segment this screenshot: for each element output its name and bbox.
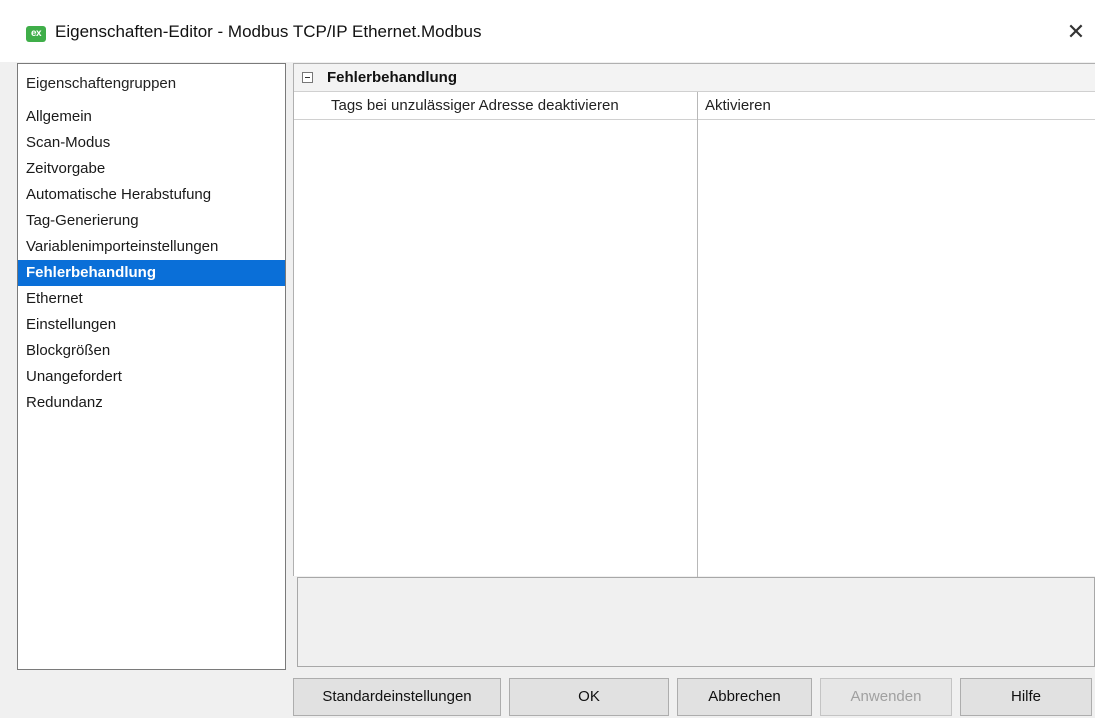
property-groups-header: Eigenschaftengruppen [26, 75, 177, 92]
cancel-button[interactable]: Abbrechen [677, 678, 812, 716]
group-item-blockgroessen[interactable]: Blockgrößen [18, 338, 285, 364]
property-value[interactable]: Aktivieren [705, 97, 771, 114]
category-label: Fehlerbehandlung [327, 69, 458, 86]
group-item-automatische-herabstufung[interactable]: Automatische Herabstufung [18, 182, 285, 208]
description-panel [297, 577, 1095, 667]
group-item-unangefordert[interactable]: Unangefordert [18, 364, 285, 390]
property-grid: Fehlerbehandlung Tags bei unzulässiger A… [293, 63, 1095, 577]
title-bar: ex Eigenschaften-Editor - Modbus TCP/IP … [0, 0, 1095, 62]
property-name: Tags bei unzulässiger Adresse deaktivier… [331, 97, 619, 114]
property-editor-window: ex Eigenschaften-Editor - Modbus TCP/IP … [0, 0, 1095, 718]
group-item-zeitvorgabe[interactable]: Zeitvorgabe [18, 156, 285, 182]
group-item-einstellungen[interactable]: Einstellungen [18, 312, 285, 338]
defaults-button[interactable]: Standardeinstellungen [293, 678, 501, 716]
app-icon: ex [26, 26, 46, 42]
category-row[interactable]: Fehlerbehandlung [294, 64, 1095, 92]
property-groups-panel: Eigenschaftengruppen Allgemein Scan-Modu… [17, 63, 286, 670]
group-item-fehlerbehandlung[interactable]: Fehlerbehandlung [18, 260, 285, 286]
apply-button[interactable]: Anwenden [820, 678, 952, 716]
group-item-allgemein[interactable]: Allgemein [18, 104, 285, 130]
close-icon[interactable]: ✕ [1062, 18, 1090, 46]
property-row[interactable]: Tags bei unzulässiger Adresse deaktivier… [294, 92, 1095, 120]
group-item-tag-generierung[interactable]: Tag-Generierung [18, 208, 285, 234]
group-item-variablenimporteinstellungen[interactable]: Variablenimporteinstellungen [18, 234, 285, 260]
property-groups-list: Allgemein Scan-Modus Zeitvorgabe Automat… [18, 104, 285, 416]
window-title: Eigenschaften-Editor - Modbus TCP/IP Eth… [55, 22, 482, 41]
group-item-scan-modus[interactable]: Scan-Modus [18, 130, 285, 156]
collapse-icon[interactable] [302, 72, 313, 83]
column-divider[interactable] [697, 92, 698, 577]
group-item-ethernet[interactable]: Ethernet [18, 286, 285, 312]
ok-button[interactable]: OK [509, 678, 669, 716]
help-button[interactable]: Hilfe [960, 678, 1092, 716]
group-item-redundanz[interactable]: Redundanz [18, 390, 285, 416]
